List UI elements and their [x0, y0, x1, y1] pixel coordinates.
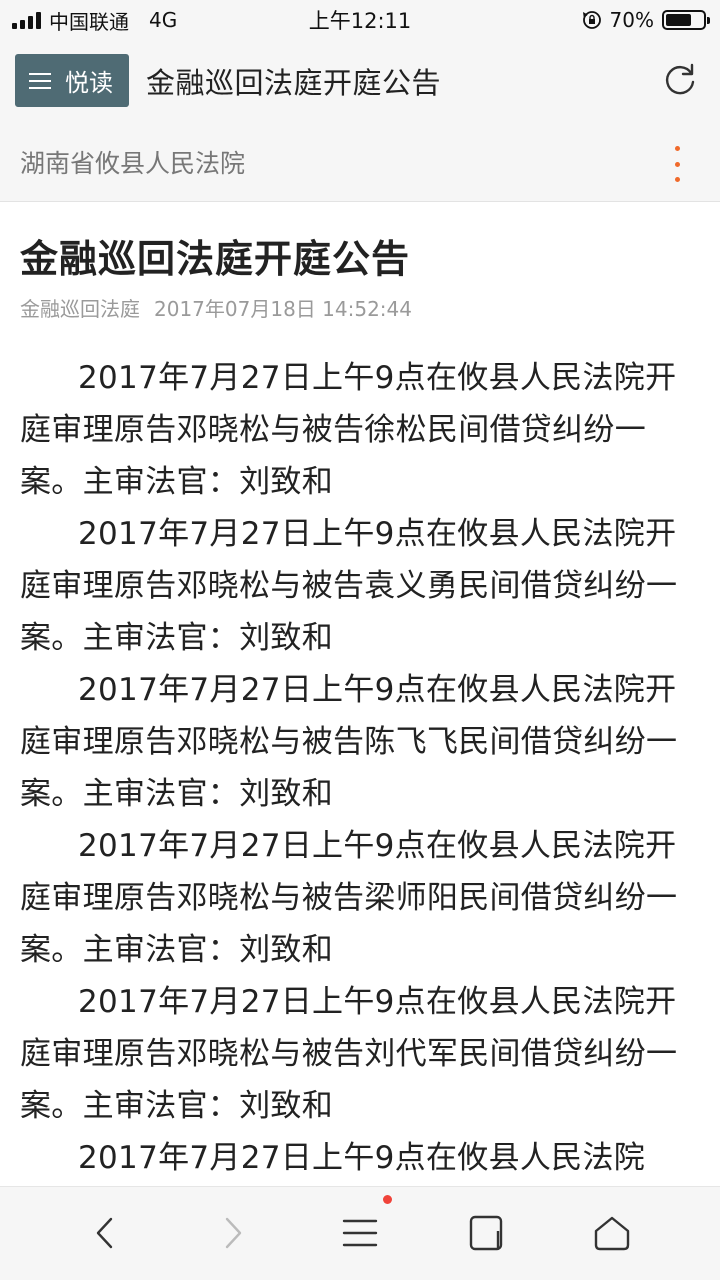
article-title: 金融巡回法庭开庭公告 [20, 237, 411, 281]
battery-level [666, 14, 692, 26]
forward-icon[interactable] [210, 1211, 254, 1255]
home-icon[interactable] [590, 1211, 634, 1255]
network-type: 4G [149, 8, 178, 32]
carrier-name: 中国联通 [49, 9, 129, 34]
article-body: 2017年7月27日上午9点在攸县人民法院开庭审理原告邓晓松与被告徐松民间借贷纠… [20, 352, 690, 1182]
article-meta: 金融巡回法庭 2017年07月18日 14:52:44 [20, 293, 412, 322]
tabs-icon[interactable] [465, 1211, 509, 1255]
status-bar: 中国联通 4G 上午12:11 70% [0, 0, 720, 40]
menu-button[interactable]: 悦读 [15, 54, 129, 107]
source-bar: 湖南省攸县人民法院 [0, 124, 720, 202]
article-paragraph: 2017年7月27日上午9点在攸县人民法院开庭审理原告邓晓松与被告陈飞飞民间借贷… [20, 672, 678, 812]
battery-icon [662, 10, 710, 30]
source-name[interactable]: 湖南省攸县人民法院 [20, 144, 245, 180]
article-datetime: 2017年07月18日 14:52:44 [154, 297, 412, 321]
hamburger-icon [29, 72, 51, 89]
menu-icon[interactable] [338, 1211, 382, 1255]
article-paragraph: 2017年7月27日上午9点在攸县人民法院开庭审理原告邓晓松与被告徐松民间借贷纠… [20, 360, 677, 500]
menu-label: 悦读 [65, 69, 113, 97]
article-paragraph: 2017年7月27日上午9点在攸县人民法院开庭审理原告邓晓松与被告刘代军民间借贷… [20, 984, 678, 1124]
app-header: 悦读 金融巡回法庭开庭公告 [0, 40, 720, 124]
article-source: 金融巡回法庭 [20, 297, 140, 321]
notification-dot [383, 1195, 392, 1204]
article-paragraph: 2017年7月27日上午9点在攸县人民法院开庭审理原告邓晓松与被告袁义勇民间借贷… [20, 516, 678, 656]
battery-percent: 70% [609, 8, 654, 32]
article-paragraph: 2017年7月27日上午9点在攸县人民法院开庭审理原告邓晓松与被告梁师阳民间借贷… [20, 828, 678, 968]
article-paragraph: 2017年7月27日上午9点在攸县人民法院 [78, 1140, 646, 1176]
signal-icon [12, 11, 41, 29]
page-title: 金融巡回法庭开庭公告 [146, 66, 442, 100]
back-icon[interactable] [84, 1211, 128, 1255]
rotation-lock-icon [582, 11, 601, 29]
bottom-nav [0, 1186, 720, 1280]
more-vertical-icon[interactable] [664, 146, 690, 182]
refresh-icon[interactable] [660, 60, 700, 100]
